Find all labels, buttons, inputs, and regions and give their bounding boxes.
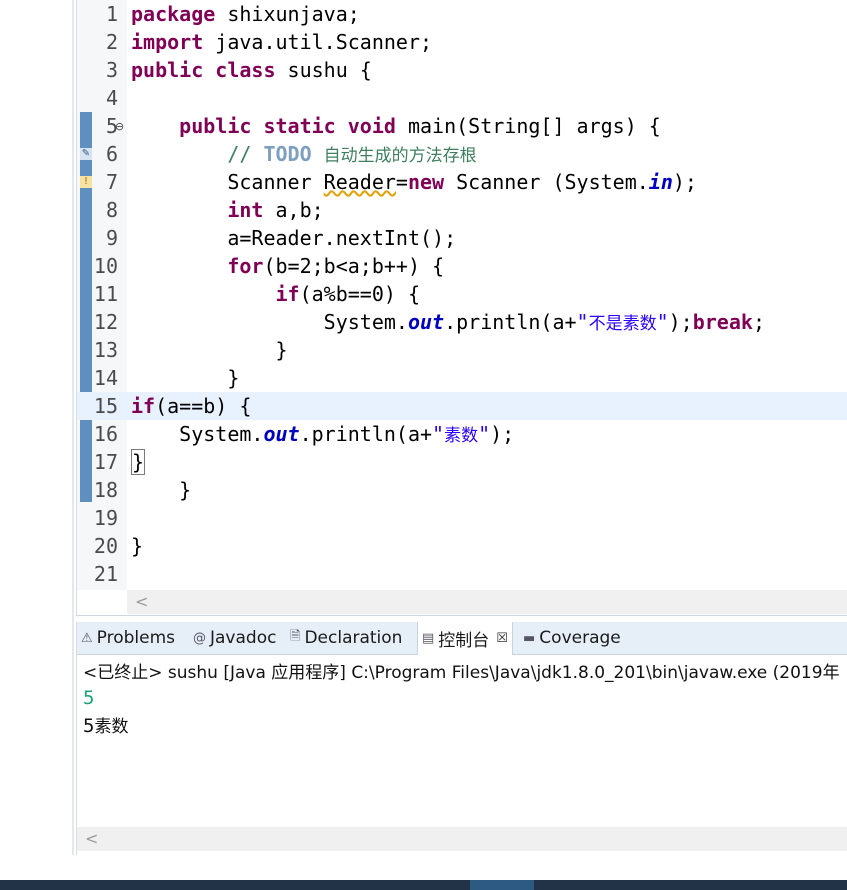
code-line[interactable]: 4 bbox=[77, 84, 847, 112]
tab-declaration[interactable]: 🗎 Declaration bbox=[290, 622, 402, 654]
scroll-left-icon[interactable]: < bbox=[85, 829, 98, 848]
line-number: 7 bbox=[105, 170, 118, 194]
javadoc-icon: @ bbox=[193, 630, 206, 646]
code-line[interactable]: 6 // TODO 自动生成的方法存根 bbox=[77, 140, 847, 168]
fold-collapse-icon[interactable]: ⊖ bbox=[115, 120, 124, 133]
tab-javadoc[interactable]: @ Javadoc bbox=[193, 622, 276, 654]
tab-console[interactable]: ▤ 控制台 ☒ bbox=[417, 622, 513, 655]
tab-label: Problems bbox=[96, 628, 176, 648]
code-text[interactable]: import java.util.Scanner; bbox=[131, 28, 432, 56]
close-icon[interactable]: ☒ bbox=[496, 631, 508, 646]
line-number: 20 bbox=[93, 534, 118, 558]
line-number: 12 bbox=[93, 310, 118, 334]
line-number: 14 bbox=[93, 366, 118, 390]
code-text[interactable]: int a,b; bbox=[131, 196, 323, 224]
code-text[interactable]: a=Reader.nextInt(); bbox=[131, 224, 456, 252]
tab-label: Coverage bbox=[539, 628, 621, 648]
code-text[interactable]: System.out.println(a+"不是素数");break; bbox=[131, 308, 765, 338]
line-number: 16 bbox=[93, 422, 118, 446]
code-text[interactable]: System.out.println(a+"素数"); bbox=[131, 420, 514, 450]
code-text[interactable]: } bbox=[131, 336, 287, 364]
tab-label: Javadoc bbox=[210, 628, 277, 648]
code-text[interactable]: } bbox=[131, 476, 191, 504]
bottom-panel: ⚠ Problems @ Javadoc 🗎 Declaration ▤ 控制台 ☒ ▬ Cover… bbox=[76, 622, 847, 855]
code-text[interactable]: } bbox=[131, 532, 143, 560]
console-input-echo: 5 bbox=[83, 687, 95, 709]
output-text: 素数 bbox=[94, 717, 129, 737]
code-line[interactable]: 1 package shixunjava; bbox=[77, 0, 847, 28]
code-line[interactable]: 16 System.out.println(a+"素数"); bbox=[77, 420, 847, 448]
tab-problems[interactable]: ⚠ Problems bbox=[81, 622, 175, 654]
code-line[interactable]: 7 Scanner Reader=new Scanner (System.in)… bbox=[77, 168, 847, 196]
line-number: 13 bbox=[93, 338, 118, 362]
code-line[interactable]: 2 import java.util.Scanner; bbox=[77, 28, 847, 56]
code-text[interactable]: for(b=2;b<a;b++) { bbox=[131, 252, 444, 280]
code-line[interactable]: 18 } bbox=[77, 476, 847, 504]
line-number: 21 bbox=[93, 562, 118, 586]
code-text[interactable]: // TODO 自动生成的方法存根 bbox=[131, 140, 476, 170]
line-number: 18 bbox=[93, 478, 118, 502]
declaration-icon: 🗎 bbox=[290, 629, 301, 644]
code-line[interactable]: 13 } bbox=[77, 336, 847, 364]
code-line[interactable]: 12 System.out.println(a+"不是素数");break; bbox=[77, 308, 847, 336]
code-line[interactable]: 14 } bbox=[77, 364, 847, 392]
code-text[interactable]: } bbox=[131, 364, 239, 392]
tab-label: Declaration bbox=[304, 628, 403, 648]
code-line[interactable]: 21 bbox=[77, 560, 847, 588]
code-text[interactable]: } bbox=[131, 448, 146, 476]
code-text[interactable]: public class sushu { bbox=[131, 56, 372, 84]
code-text[interactable]: if(a==b) { bbox=[131, 392, 251, 420]
code-text[interactable]: package shixunjava; bbox=[131, 0, 360, 28]
console-output-line: 5素数 bbox=[83, 712, 128, 741]
line-number: 15 bbox=[93, 394, 118, 418]
code-line[interactable]: 5 public static void main(String[] args)… bbox=[77, 112, 847, 140]
line-number: 8 bbox=[105, 198, 118, 222]
code-text[interactable]: if(a%b==0) { bbox=[131, 280, 421, 308]
problems-icon: ⚠ bbox=[81, 630, 93, 646]
line-number: 11 bbox=[93, 282, 118, 306]
line-number: 2 bbox=[105, 30, 118, 54]
line-number: 9 bbox=[105, 226, 118, 250]
windows-taskbar bbox=[0, 880, 847, 890]
code-line[interactable]: 8 int a,b; bbox=[77, 196, 847, 224]
code-text[interactable]: public static void main(String[] args) { bbox=[131, 112, 661, 140]
code-line[interactable]: 20} bbox=[77, 532, 847, 560]
code-line[interactable]: 3 public class sushu { bbox=[77, 56, 847, 84]
view-border bbox=[72, 0, 74, 855]
scroll-left-icon[interactable]: < bbox=[135, 592, 148, 611]
tab-coverage[interactable]: ▬ Coverage bbox=[523, 622, 621, 654]
left-workbench-strip bbox=[0, 0, 76, 880]
panel-tab-bar: ⚠ Problems @ Javadoc 🗎 Declaration ▤ 控制台 ☒ ▬ Cover… bbox=[77, 622, 847, 655]
code-line[interactable]: 10 for(b=2;b<a;b++) { bbox=[77, 252, 847, 280]
line-number: 4 bbox=[105, 86, 118, 110]
code-text[interactable]: Scanner Reader=new Scanner (System.in); bbox=[131, 168, 697, 196]
tab-label: 控制台 bbox=[438, 631, 490, 651]
code-line[interactable]: 19 bbox=[77, 504, 847, 532]
line-number: 1 bbox=[105, 2, 118, 26]
editor-horizontal-scrollbar[interactable]: < bbox=[127, 590, 847, 614]
console-icon: ▤ bbox=[422, 631, 435, 646]
line-number: 17 bbox=[93, 450, 118, 474]
line-number: 19 bbox=[93, 506, 118, 530]
console-status-line: <已终止> sushu [Java 应用程序] C:\Program Files… bbox=[83, 663, 840, 683]
line-number: 3 bbox=[105, 58, 118, 82]
coverage-icon: ▬ bbox=[523, 630, 536, 646]
code-line[interactable]: 9 a=Reader.nextInt(); bbox=[77, 224, 847, 252]
code-line[interactable]: 11 if(a%b==0) { bbox=[77, 280, 847, 308]
code-line[interactable]: 17} bbox=[77, 448, 847, 476]
code-line[interactable]: 15 if(a==b) { bbox=[77, 392, 847, 420]
line-number: 6 bbox=[105, 142, 118, 166]
console-horizontal-scrollbar[interactable]: < bbox=[77, 827, 847, 851]
line-number: 10 bbox=[93, 254, 118, 278]
java-editor[interactable]: ✎ ! 1 package shixunjava; 2 import java.uti… bbox=[76, 0, 847, 616]
output-number: 5 bbox=[83, 715, 95, 737]
taskbar-active-app[interactable] bbox=[470, 880, 534, 890]
